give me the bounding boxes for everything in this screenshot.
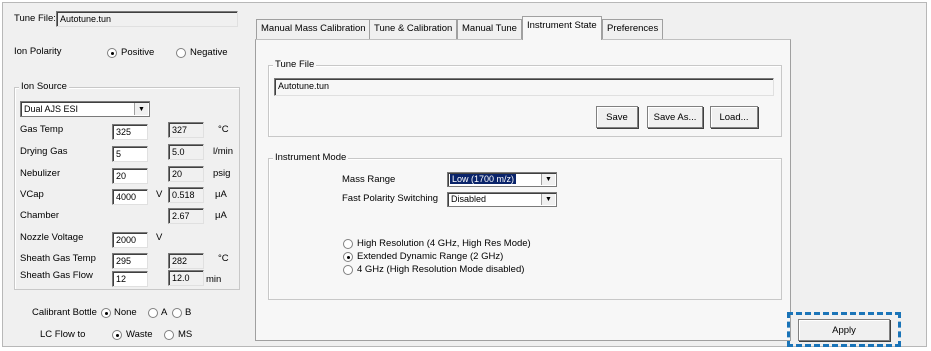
lc-flow-label: LC Flow to [40, 329, 86, 340]
calibrant-none-radio[interactable] [101, 308, 111, 318]
save-as-button[interactable]: Save As... [647, 106, 703, 128]
ion-source-select[interactable]: Dual AJS ESI ▼ [20, 101, 150, 117]
chevron-down-icon: ▼ [541, 194, 555, 205]
nozzle-voltage-label: Nozzle Voltage [20, 232, 84, 243]
load-button[interactable]: Load... [710, 106, 758, 128]
mode-4ghz-label: 4 GHz (High Resolution Mode disabled) [357, 264, 525, 275]
nebulizer-label: Nebulizer [20, 168, 61, 179]
calibrant-a-radio[interactable] [148, 308, 158, 318]
tab-instrument-state[interactable]: Instrument State [522, 16, 602, 40]
nebulizer-unit: psig [213, 168, 231, 179]
save-button[interactable]: Save [596, 106, 638, 128]
vcap-unit: μA [215, 189, 227, 200]
nebulizer-setpoint[interactable]: 20 [112, 168, 148, 184]
lc-flow-waste-radio[interactable] [112, 330, 122, 340]
vcap-setpoint-unit: V [156, 189, 163, 200]
ion-source-value: Dual AJS ESI [24, 104, 79, 114]
calibrant-none-label: None [114, 307, 137, 318]
sheath-gas-flow-unit: min [206, 274, 222, 285]
drying-gas-actual: 5.0 [168, 144, 204, 160]
tune-file-display: Autotune.tun [56, 11, 238, 27]
chamber-unit: μA [215, 210, 227, 221]
polarity-positive-label: Positive [121, 47, 155, 58]
mode-high-resolution-radio[interactable] [343, 239, 353, 249]
instrument-mode-title: Instrument Mode [273, 152, 349, 164]
chevron-down-icon: ▼ [541, 174, 555, 185]
sheath-gas-flow-label: Sheath Gas Flow [20, 270, 93, 281]
fast-polarity-select[interactable]: Disabled ▼ [447, 192, 557, 207]
tune-file-path: Autotune.tun [274, 78, 774, 96]
tab-tune-calibration[interactable]: Tune & Calibration [369, 19, 458, 39]
polarity-negative-radio[interactable] [176, 48, 186, 58]
mode-high-resolution-label: High Resolution (4 GHz, High Res Mode) [357, 238, 531, 249]
polarity-positive-radio[interactable] [107, 48, 117, 58]
ion-polarity-label: Ion Polarity [14, 46, 62, 57]
nozzle-voltage-setpoint[interactable]: 2000 [112, 232, 148, 248]
calibrant-b-radio[interactable] [172, 308, 182, 318]
tune-file-group-title: Tune File [273, 59, 317, 71]
ion-source-title: Ion Source [19, 81, 69, 93]
mass-range-label: Mass Range [342, 174, 396, 185]
vcap-setpoint[interactable]: 4000 [112, 189, 148, 205]
drying-gas-unit: l/min [213, 146, 234, 157]
lc-flow-ms-label: MS [178, 329, 193, 340]
tab-manual-tune[interactable]: Manual Tune [457, 19, 522, 39]
chevron-down-icon: ▼ [134, 103, 148, 115]
sheath-gas-temp-setpoint[interactable]: 295 [112, 253, 148, 269]
mode-extended-dynamic-radio[interactable] [343, 252, 353, 262]
fast-polarity-value: Disabled [451, 194, 487, 204]
mass-range-value: Low (1700 m/z) [450, 174, 517, 184]
apply-highlight-box [787, 312, 901, 347]
mass-range-select[interactable]: Low (1700 m/z) ▼ [447, 172, 557, 187]
sheath-gas-temp-actual: 282 [168, 253, 204, 269]
drying-gas-label: Drying Gas [20, 146, 68, 157]
vcap-label: VCap [20, 189, 44, 200]
gas-temp-setpoint[interactable]: 325 [112, 124, 148, 140]
lc-flow-ms-radio[interactable] [164, 330, 174, 340]
gas-temp-actual: 327 [168, 122, 204, 138]
sheath-gas-flow-setpoint[interactable]: 12 [112, 271, 148, 287]
gas-temp-unit: °C [218, 124, 229, 135]
vcap-actual: 0.518 [168, 187, 204, 203]
polarity-negative-label: Negative [190, 47, 228, 58]
sheath-gas-flow-actual: 12.0 [168, 270, 204, 286]
gas-temp-label: Gas Temp [20, 124, 64, 135]
nebulizer-actual: 20 [168, 166, 204, 182]
chamber-label: Chamber [20, 210, 60, 221]
tune-file-label: Tune File: [14, 13, 56, 24]
mode-4ghz-radio[interactable] [343, 265, 353, 275]
calibrant-bottle-label: Calibrant Bottle [32, 307, 97, 318]
fast-polarity-label: Fast Polarity Switching [342, 193, 439, 204]
tune-file-group [268, 65, 782, 137]
tab-manual-mass-calibration[interactable]: Manual Mass Calibration [256, 19, 371, 39]
sheath-gas-temp-unit: °C [218, 253, 229, 264]
tab-preferences[interactable]: Preferences [602, 19, 664, 39]
sheath-gas-temp-label: Sheath Gas Temp [20, 253, 96, 264]
nozzle-voltage-unit: V [156, 232, 163, 243]
calibrant-b-label: B [185, 307, 192, 318]
calibrant-a-label: A [161, 307, 168, 318]
mode-extended-dynamic-label: Extended Dynamic Range (2 GHz) [357, 251, 504, 262]
chamber-actual: 2.67 [168, 208, 204, 224]
drying-gas-setpoint[interactable]: 5 [112, 146, 148, 162]
lc-flow-waste-label: Waste [126, 329, 153, 340]
